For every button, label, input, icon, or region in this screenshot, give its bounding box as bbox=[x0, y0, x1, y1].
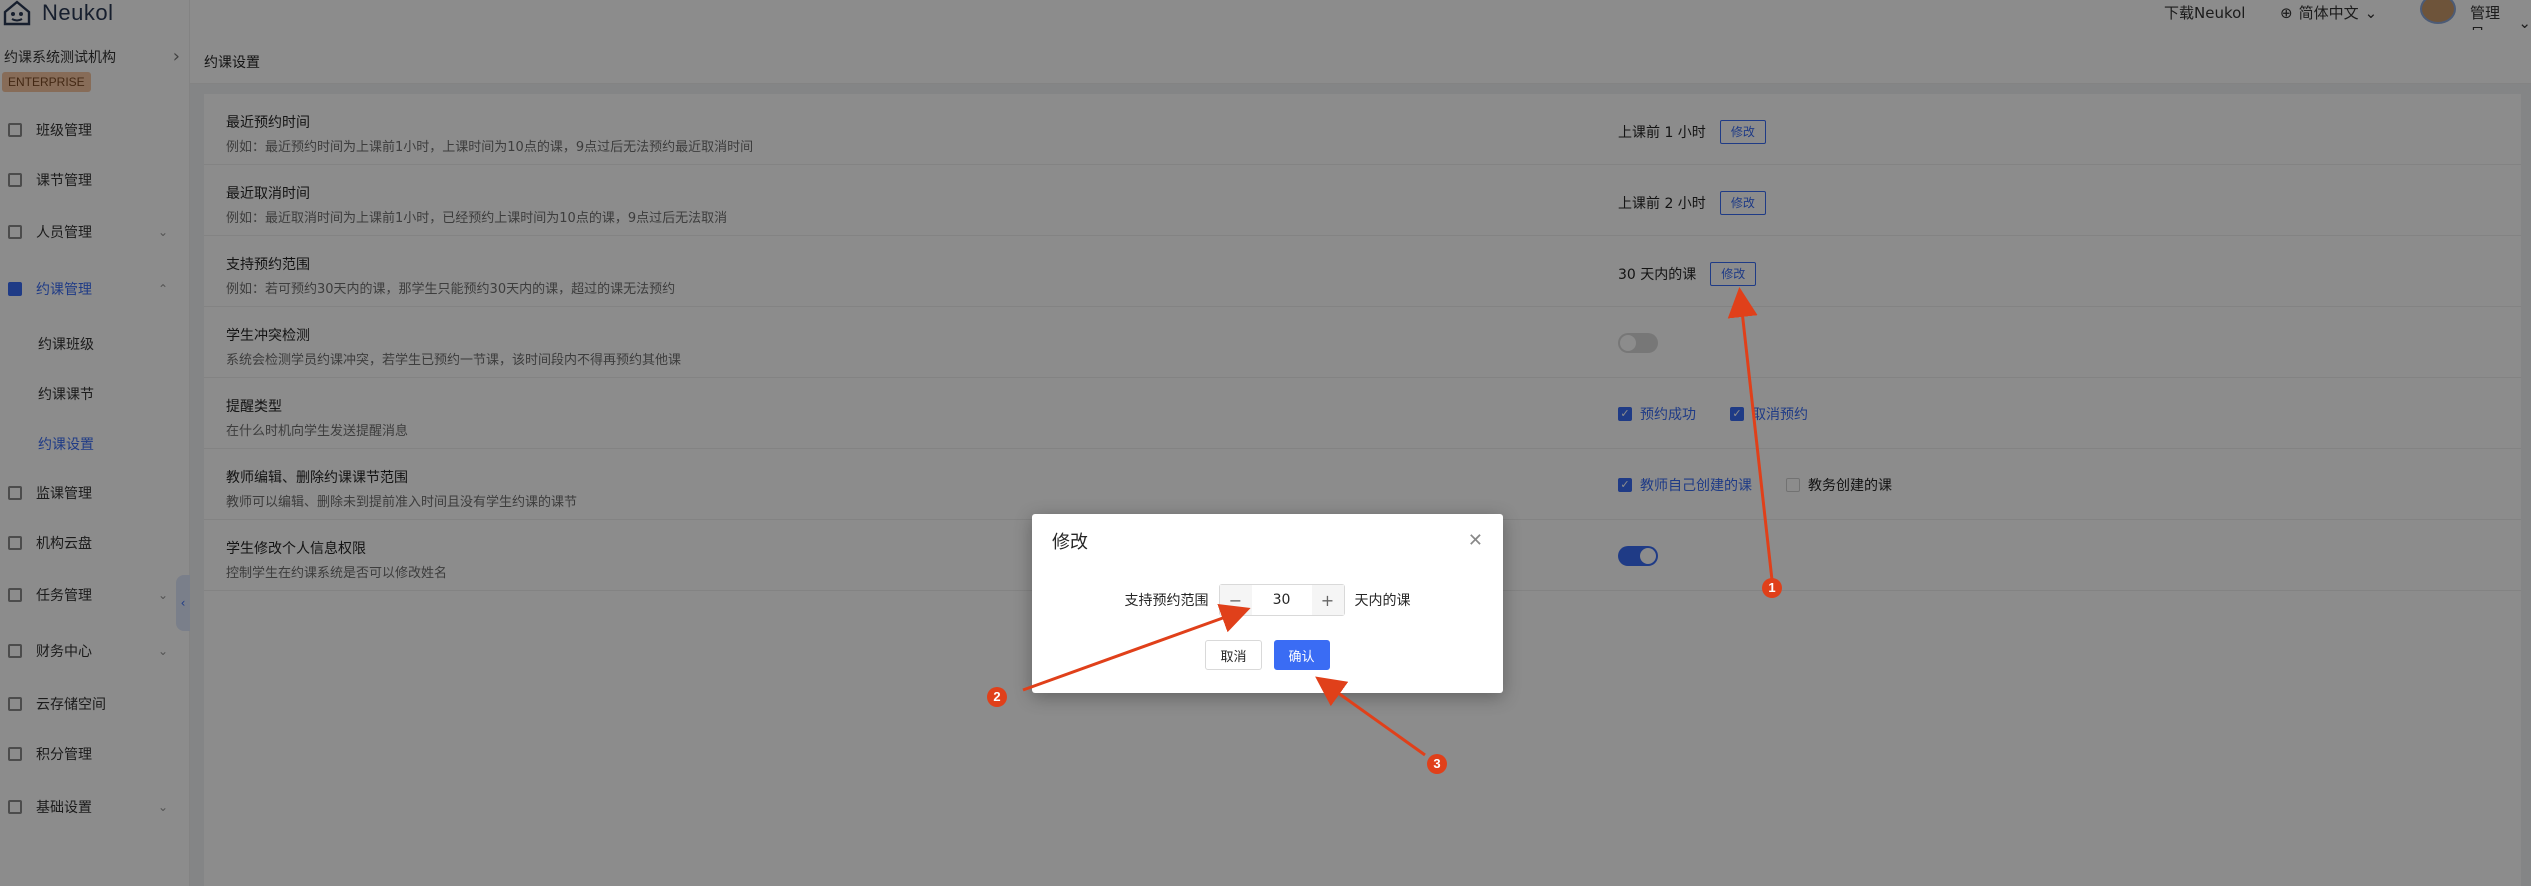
annotation-marker-3: 3 bbox=[1427, 754, 1447, 774]
confirm-button[interactable]: 确认 bbox=[1273, 640, 1330, 670]
decrement-button[interactable]: − bbox=[1219, 585, 1252, 615]
field-label: 支持预约范围 bbox=[1124, 593, 1209, 609]
field-suffix: 天内的课 bbox=[1354, 593, 1411, 609]
modal-title: 修改 bbox=[1052, 532, 1088, 553]
modal-body: 支持预约范围 − + 天内的课 bbox=[1032, 584, 1503, 616]
increment-button[interactable]: + bbox=[1311, 585, 1344, 615]
annotation-marker-2: 2 bbox=[987, 687, 1007, 707]
cancel-button[interactable]: 取消 bbox=[1205, 640, 1262, 670]
close-icon[interactable]: ✕ bbox=[1468, 530, 1483, 551]
modal-footer: 取消 确认 bbox=[1032, 640, 1503, 670]
quantity-stepper: − + bbox=[1218, 584, 1345, 616]
annotation-marker-1: 1 bbox=[1762, 578, 1782, 598]
edit-modal: 修改 ✕ 支持预约范围 − + 天内的课 取消 确认 bbox=[1032, 514, 1503, 693]
modal-overlay[interactable] bbox=[0, 0, 2531, 886]
days-input[interactable] bbox=[1251, 585, 1312, 615]
